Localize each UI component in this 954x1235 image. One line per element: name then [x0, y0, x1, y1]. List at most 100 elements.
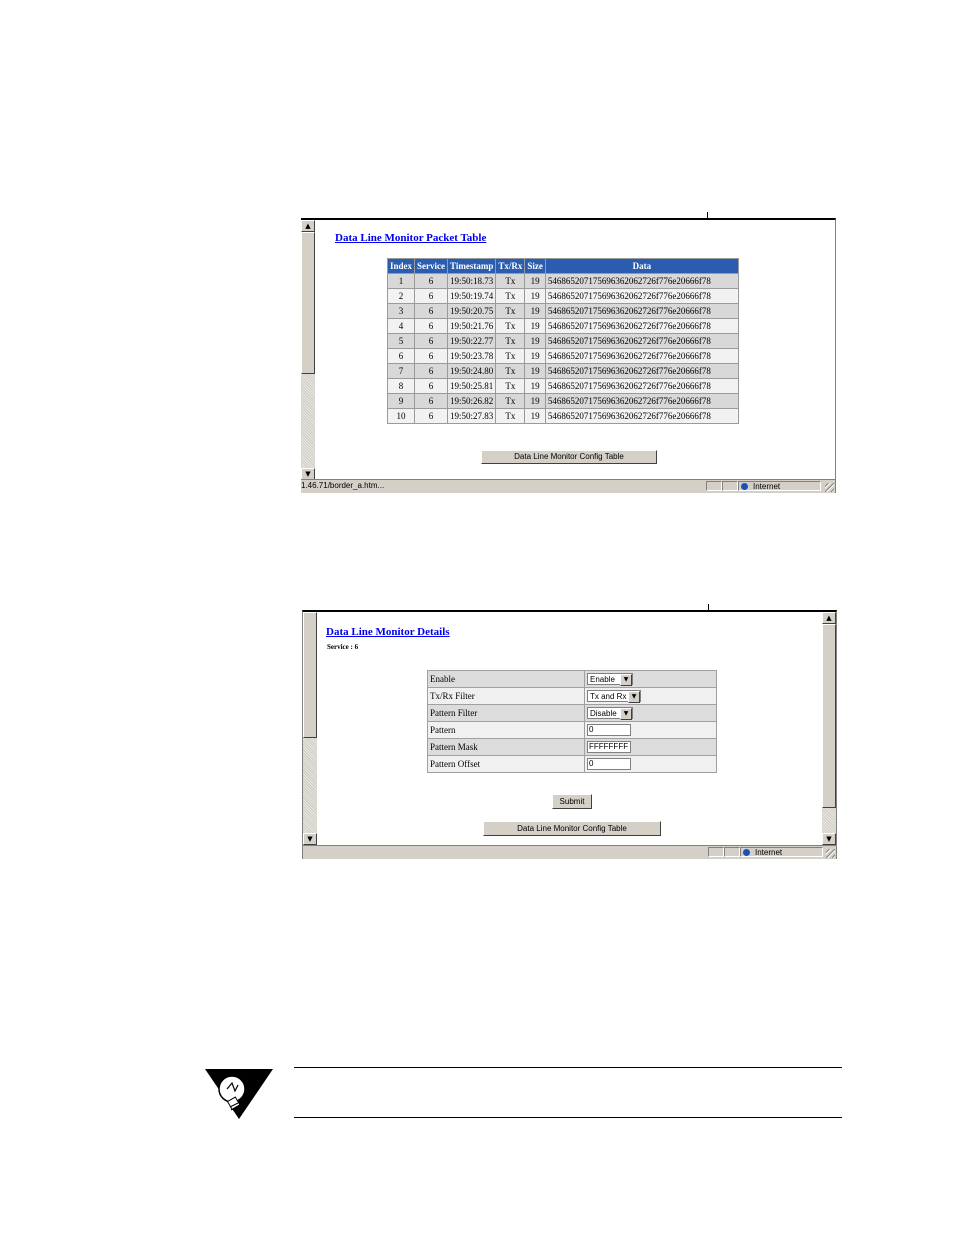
table-cell: 19:50:23.78 — [446, 348, 497, 364]
pattern-input[interactable]: 0 — [587, 724, 631, 736]
scroll-thumb[interactable] — [301, 232, 315, 374]
form-row-pattern-mask: Pattern Mask FFFFFFFF — [427, 738, 717, 756]
scroll-down-button[interactable]: ▼ — [822, 833, 836, 845]
table-cell: 6 — [414, 408, 448, 424]
table-cell: Tx — [495, 363, 526, 379]
table-cell: 19:50:21.76 — [446, 318, 497, 334]
field-label: Pattern — [427, 721, 585, 739]
resize-grip-icon[interactable] — [825, 483, 834, 492]
table-cell: 546865207175696362062726f776e20666f78 — [544, 363, 739, 379]
vertical-scrollbar[interactable]: ▲ ▼ — [301, 220, 315, 480]
pattern-filter-select[interactable]: Disable ▼ — [587, 707, 633, 720]
page-title[interactable]: Data Line Monitor Packet Table — [335, 232, 486, 244]
col-header: Timestamp — [446, 258, 497, 274]
table-cell: 5 — [386, 333, 416, 349]
col-header: Index — [386, 258, 416, 274]
packet-table-header: Index Service Timestamp Tx/Rx Size Data — [386, 258, 739, 274]
table-cell: Tx — [495, 273, 526, 289]
enable-select[interactable]: Enable ▼ — [587, 673, 633, 686]
pattern-offset-input[interactable]: 0 — [587, 758, 631, 770]
chevron-down-icon[interactable]: ▼ — [628, 691, 640, 703]
status-segment — [708, 847, 724, 857]
table-cell: Tx — [495, 288, 526, 304]
table-cell: Tx — [495, 393, 526, 409]
config-table-button[interactable]: Data Line Monitor Config Table — [481, 450, 657, 464]
table-cell: Tx — [495, 333, 526, 349]
table-row: 8 6 19:50:25.81 Tx 19 54686520717569636206272… — [386, 378, 739, 394]
status-segment — [724, 847, 740, 857]
status-bar: Internet — [303, 845, 836, 859]
col-header: Service — [414, 258, 448, 274]
config-table-button[interactable]: Data Line Monitor Config Table — [483, 821, 661, 836]
col-header: Data — [544, 258, 739, 274]
vertical-scrollbar[interactable]: ▲ ▼ — [822, 612, 836, 845]
scroll-down-button[interactable]: ▼ — [303, 833, 317, 845]
submit-button[interactable]: Submit — [552, 794, 592, 809]
table-cell: 6 — [414, 333, 448, 349]
status-segment — [706, 481, 722, 491]
globe-icon — [741, 483, 748, 490]
field-label: Pattern Filter — [427, 704, 585, 722]
col-header: Size — [524, 258, 546, 274]
details-window: ▼ ▲ ▼ Data Line Monitor Details Service … — [302, 610, 837, 859]
table-cell: 1 — [386, 273, 416, 289]
table-cell: 19 — [524, 333, 546, 349]
table-row: 7 6 19:50:24.80 Tx 19 54686520717569636206272… — [386, 363, 739, 379]
form-row-txrx: Tx/Rx Filter Tx and Rx ▼ — [427, 687, 717, 705]
field-label: Enable — [427, 670, 585, 688]
table-cell: 19 — [524, 288, 546, 304]
status-bar: 1.46.71/border_a.htm... Internet — [301, 479, 835, 493]
table-cell: 19:50:25.81 — [446, 378, 497, 394]
table-cell: 19 — [524, 393, 546, 409]
table-cell: 10 — [386, 408, 416, 424]
scroll-thumb[interactable] — [303, 612, 317, 738]
note-rule-bottom — [294, 1117, 842, 1118]
table-cell: 546865207175696362062726f776e20666f78 — [544, 273, 739, 289]
pattern-mask-input[interactable]: FFFFFFFF — [587, 741, 631, 753]
scroll-up-button[interactable]: ▲ — [301, 220, 315, 232]
packet-table: Index Service Timestamp Tx/Rx Size Data … — [386, 258, 739, 424]
table-cell: 546865207175696362062726f776e20666f78 — [544, 288, 739, 304]
table-row: 5 6 19:50:22.77 Tx 19 54686520717569636206272… — [386, 333, 739, 349]
table-cell: 546865207175696362062726f776e20666f78 — [544, 318, 739, 334]
left-scrollbar[interactable]: ▼ — [303, 612, 317, 845]
table-row: 6 6 19:50:23.78 Tx 19 54686520717569636206272… — [386, 348, 739, 364]
table-cell: 4 — [386, 318, 416, 334]
table-cell: 546865207175696362062726f776e20666f78 — [544, 408, 739, 424]
chevron-down-icon[interactable]: ▼ — [620, 708, 632, 720]
table-cell: 546865207175696362062726f776e20666f78 — [544, 348, 739, 364]
table-cell: 19:50:20.75 — [446, 303, 497, 319]
table-cell: 546865207175696362062726f776e20666f78 — [544, 333, 739, 349]
page-title[interactable]: Data Line Monitor Details — [326, 626, 450, 638]
form-row-enable: Enable Enable ▼ — [427, 670, 717, 688]
table-cell: 2 — [386, 288, 416, 304]
form-row-pattern: Pattern 0 — [427, 721, 717, 739]
note-rule-top — [294, 1067, 842, 1068]
table-cell: 19:50:19.74 — [446, 288, 497, 304]
table-cell: 6 — [414, 303, 448, 319]
table-cell: 6 — [414, 378, 448, 394]
scroll-thumb[interactable] — [822, 624, 836, 808]
table-cell: 19:50:26.82 — [446, 393, 497, 409]
table-cell: 19 — [524, 318, 546, 334]
status-zone: Internet — [738, 481, 821, 491]
table-cell: 19:50:24.80 — [446, 363, 497, 379]
chevron-down-icon[interactable]: ▼ — [620, 674, 632, 686]
field-label: Pattern Offset — [427, 755, 585, 773]
table-cell: Tx — [495, 378, 526, 394]
table-cell: 19 — [524, 408, 546, 424]
table-cell: 546865207175696362062726f776e20666f78 — [544, 393, 739, 409]
status-url: 1.46.71/border_a.htm... — [301, 481, 385, 490]
table-cell: 19 — [524, 273, 546, 289]
table-cell: 19:50:18.73 — [446, 273, 497, 289]
status-segment — [722, 481, 738, 491]
table-cell: 19:50:22.77 — [446, 333, 497, 349]
resize-grip-icon[interactable] — [826, 849, 835, 858]
txrx-filter-select[interactable]: Tx and Rx ▼ — [587, 690, 641, 703]
table-row: 9 6 19:50:26.82 Tx 19 54686520717569636206272… — [386, 393, 739, 409]
table-cell: 546865207175696362062726f776e20666f78 — [544, 378, 739, 394]
packet-table-window: ▲ ▼ Data Line Monitor Packet Table Index… — [301, 218, 836, 493]
scroll-up-button[interactable]: ▲ — [822, 612, 836, 624]
table-cell: 6 — [414, 318, 448, 334]
table-row: 2 6 19:50:19.74 Tx 19 54686520717569636206272… — [386, 288, 739, 304]
